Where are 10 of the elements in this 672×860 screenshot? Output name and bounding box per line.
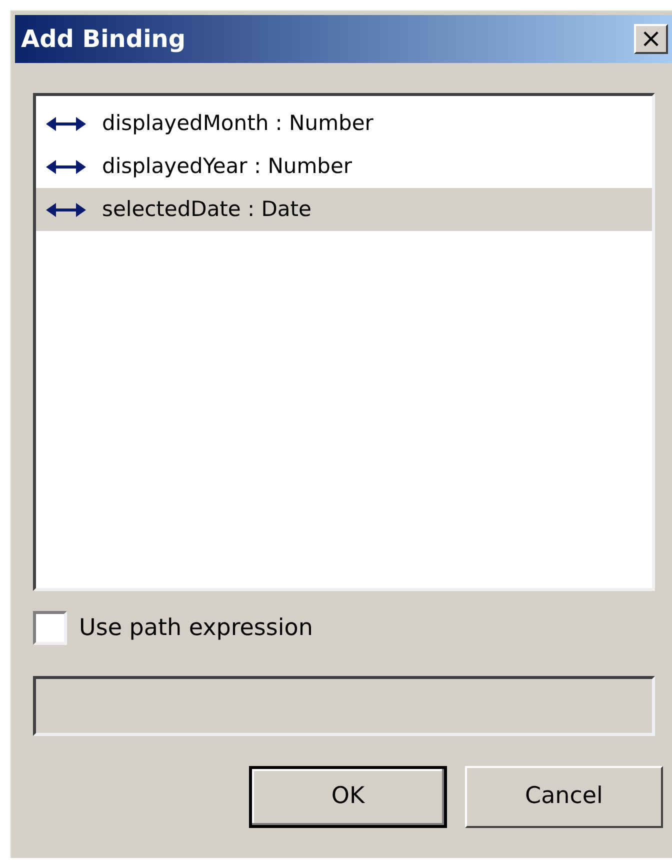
checkbox-label: Use path expression (79, 614, 313, 643)
binding-item[interactable]: selectedDate : Date (36, 188, 652, 231)
double-arrow-icon (46, 158, 86, 174)
double-arrow-icon (46, 116, 86, 132)
double-arrow-icon (46, 202, 86, 218)
close-button[interactable]: × (634, 24, 668, 54)
dialog-button[interactable]: Cancel (465, 766, 663, 828)
checkbox[interactable] (33, 611, 67, 646)
dialog-button[interactable]: OK (249, 766, 447, 828)
window-title: Add Binding (21, 24, 186, 55)
